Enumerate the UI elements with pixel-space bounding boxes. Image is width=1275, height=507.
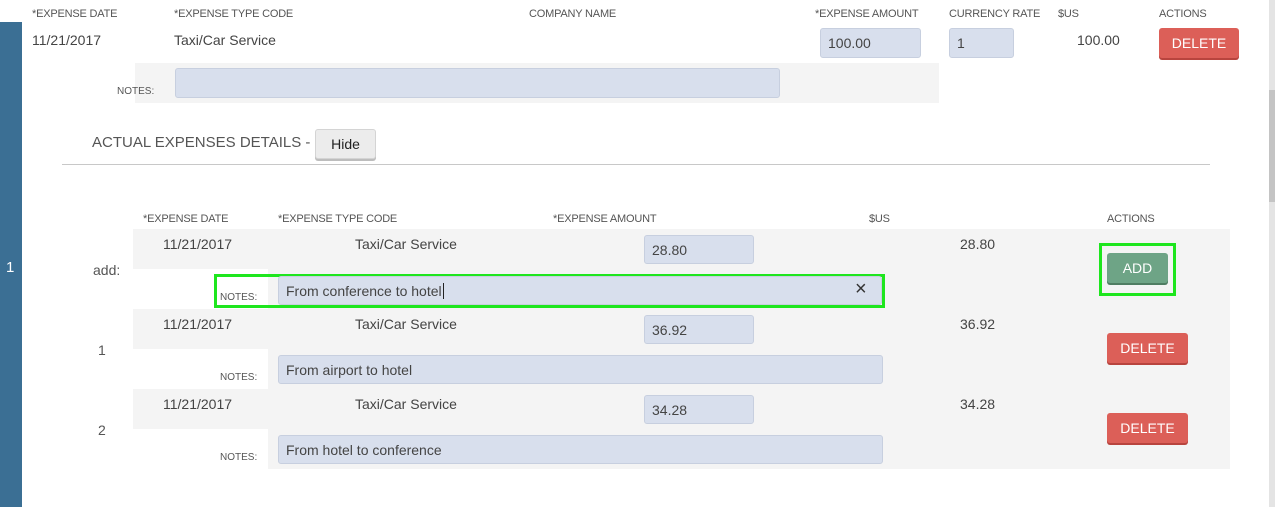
row-1-amount-input[interactable]: 36.92: [644, 315, 754, 344]
details-header-type-code: *EXPENSE TYPE CODE: [278, 213, 398, 225]
add-row-usd-value: 28.80: [960, 236, 996, 252]
currency-rate-input[interactable]: 1: [949, 28, 1014, 58]
row-2-notes-label: NOTES:: [220, 452, 258, 463]
expense-notes-input[interactable]: [175, 68, 780, 98]
hide-details-button[interactable]: Hide: [315, 129, 376, 159]
details-section-title: ACTUAL EXPENSES DETAILS - - 1: [92, 134, 333, 151]
header-expense-amount: *EXPENSE AMOUNT: [815, 8, 919, 20]
row-2-type-code: Taxi/Car Service: [355, 396, 457, 412]
add-row-amount-input[interactable]: 28.80: [644, 235, 754, 264]
add-row-type-code: Taxi/Car Service: [355, 236, 457, 252]
header-usd: $US: [1058, 8, 1079, 20]
header-company-name: COMPANY NAME: [529, 8, 617, 20]
row-2-date: 11/21/2017: [163, 396, 233, 412]
header-expense-date: *EXPENSE DATE: [32, 8, 118, 20]
delete-expense-button[interactable]: DELETE: [1159, 28, 1239, 58]
sidebar-row-number: 1: [6, 259, 15, 276]
row-2-delete-button[interactable]: DELETE: [1107, 413, 1188, 443]
add-row-notes-label: NOTES:: [220, 292, 258, 303]
expense-date: 11/21/2017: [32, 32, 102, 48]
add-row-notes-text: From conference to hotel: [286, 282, 442, 299]
section-divider: [62, 164, 1210, 165]
row-1-date: 11/21/2017: [163, 316, 233, 332]
row-1-usd-value: 36.92: [960, 316, 996, 332]
text-cursor: [442, 282, 444, 299]
details-header-usd: $US: [869, 213, 890, 225]
add-row-notes-input[interactable]: From conference to hotel: [278, 276, 882, 305]
row-2-notes-input[interactable]: From hotel to conference: [278, 435, 883, 464]
expense-type-code: Taxi/Car Service: [174, 32, 276, 48]
row-2-index: 2: [98, 422, 106, 438]
header-currency-rate: CURRENCY RATE: [949, 8, 1041, 20]
row-1-delete-button[interactable]: DELETE: [1107, 333, 1188, 363]
details-header-amount: *EXPENSE AMOUNT: [553, 213, 657, 225]
row-2-usd-value: 34.28: [960, 396, 996, 412]
header-actions: ACTIONS: [1159, 8, 1207, 20]
vertical-scrollbar[interactable]: [1269, 0, 1275, 507]
details-header-date: *EXPENSE DATE: [143, 213, 229, 225]
expense-usd-value: 100.00: [1077, 32, 1120, 48]
add-row-date: 11/21/2017: [163, 236, 233, 252]
scrollbar-thumb[interactable]: [1269, 90, 1275, 202]
expense-amount-input[interactable]: 100.00: [820, 28, 921, 58]
row-2-amount-input[interactable]: 34.28: [644, 395, 754, 424]
row-1-notes-label: NOTES:: [220, 372, 258, 383]
details-header-actions: ACTIONS: [1107, 213, 1155, 225]
header-expense-type-code: *EXPENSE TYPE CODE: [174, 8, 294, 20]
row-1-notes-input[interactable]: From airport to hotel: [278, 355, 883, 384]
row-1-type-code: Taxi/Car Service: [355, 316, 457, 332]
add-row-label: add:: [93, 262, 121, 278]
expense-notes-label: NOTES:: [117, 86, 155, 97]
clear-notes-icon[interactable]: ×: [855, 279, 867, 299]
row-1-index: 1: [98, 342, 106, 358]
add-button[interactable]: ADD: [1107, 253, 1168, 283]
